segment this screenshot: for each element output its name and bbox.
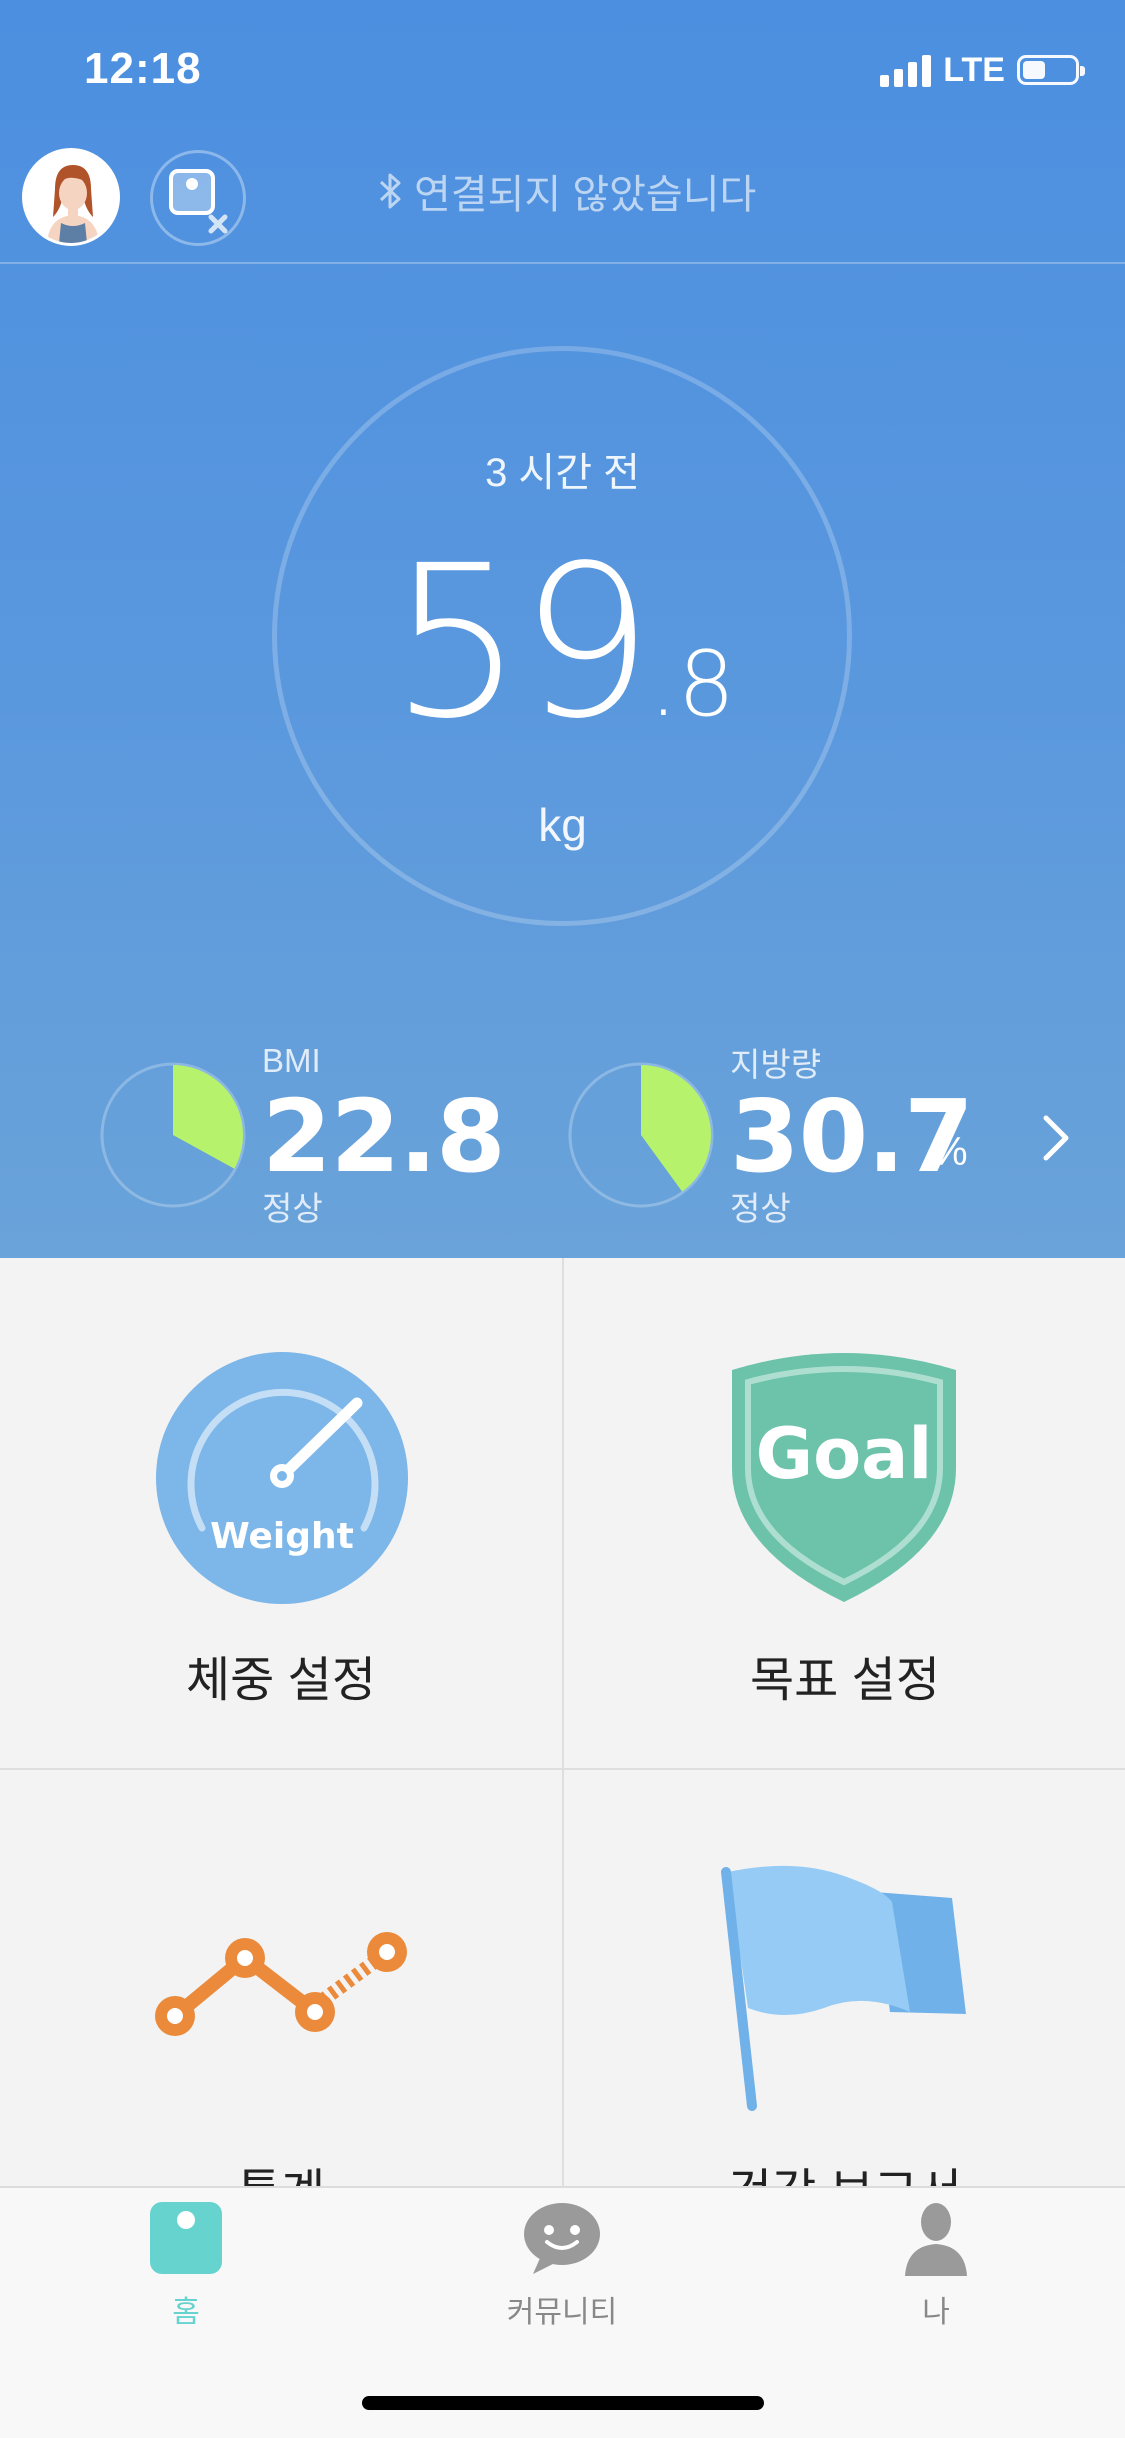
person-icon — [905, 2203, 967, 2276]
tab-community-label: 커뮤니티 — [506, 2296, 618, 2329]
chat-bubble-icon — [524, 2203, 600, 2274]
bmi-pie-chart — [100, 1062, 246, 1208]
battery-icon — [1017, 55, 1085, 85]
status-indicators: LTE — [880, 50, 1085, 90]
bmi-label: BMI — [262, 1042, 321, 1079]
body-fat-status: 정상 — [730, 1190, 791, 1227]
goal-setting-tile[interactable]: Goal 목표 설정 — [564, 1260, 1125, 1768]
connection-status: 연결되지 않았습니다 — [378, 162, 756, 220]
health-report-tile[interactable]: 건강 보고서 — [564, 1770, 1125, 2219]
flag-icon — [721, 1865, 966, 2111]
statistics-tile[interactable]: 통계 — [0, 1770, 562, 2219]
body-fat-unit: % — [932, 1130, 968, 1174]
tab-me-label: 나 — [922, 2296, 950, 2329]
status-time: 12:18 — [84, 44, 202, 93]
weight-integer: 59 — [389, 520, 653, 765]
goal-badge-text: Goal — [756, 1413, 933, 1495]
weight-badge-text: Weight — [210, 1516, 354, 1557]
connection-status-text: 연결되지 않았습니다 — [414, 173, 757, 217]
statistics-chart-icon — [155, 1932, 407, 2036]
signal-icon — [880, 53, 932, 87]
bmi-pie-slice — [173, 1065, 243, 1169]
tab-me[interactable]: 나 — [836, 2200, 1036, 2331]
home-indicator — [362, 2396, 764, 2410]
bmi-status: 정상 — [262, 1190, 323, 1227]
goal-shield-icon: Goal — [732, 1353, 956, 1602]
weight-decimal: .8 — [649, 632, 736, 737]
weight-setting-tile[interactable]: Weight 체중 설정 — [0, 1260, 562, 1768]
goal-setting-label: 목표 설정 — [750, 1654, 940, 1707]
chevron-right-icon[interactable] — [1036, 1110, 1076, 1166]
grid-vertical-divider — [562, 1258, 564, 2188]
bmi-value: 22.8 — [262, 1078, 506, 1195]
tab-home[interactable]: 홈 — [86, 2200, 286, 2331]
scale-disconnected-icon — [169, 169, 228, 234]
scale-disconnected-button[interactable] — [150, 150, 246, 246]
weight-gauge-icon: Weight — [156, 1352, 408, 1604]
header-divider — [0, 262, 1125, 264]
weight-setting-label: 체중 설정 — [186, 1654, 376, 1707]
grid-horizontal-divider — [0, 1768, 1125, 1770]
user-avatar[interactable] — [22, 148, 120, 246]
measurement-time: 3 시간 전 — [485, 451, 640, 495]
bluetooth-icon — [379, 173, 401, 209]
tab-home-label: 홈 — [172, 2296, 200, 2329]
weight-unit: kg — [538, 799, 587, 851]
scale-icon — [150, 2202, 222, 2274]
weight-value: 59.8 — [0, 520, 1125, 765]
tab-community[interactable]: 커뮤니티 — [462, 2200, 662, 2331]
network-type: LTE — [943, 50, 1005, 89]
body-fat-pie-chart — [568, 1062, 714, 1208]
